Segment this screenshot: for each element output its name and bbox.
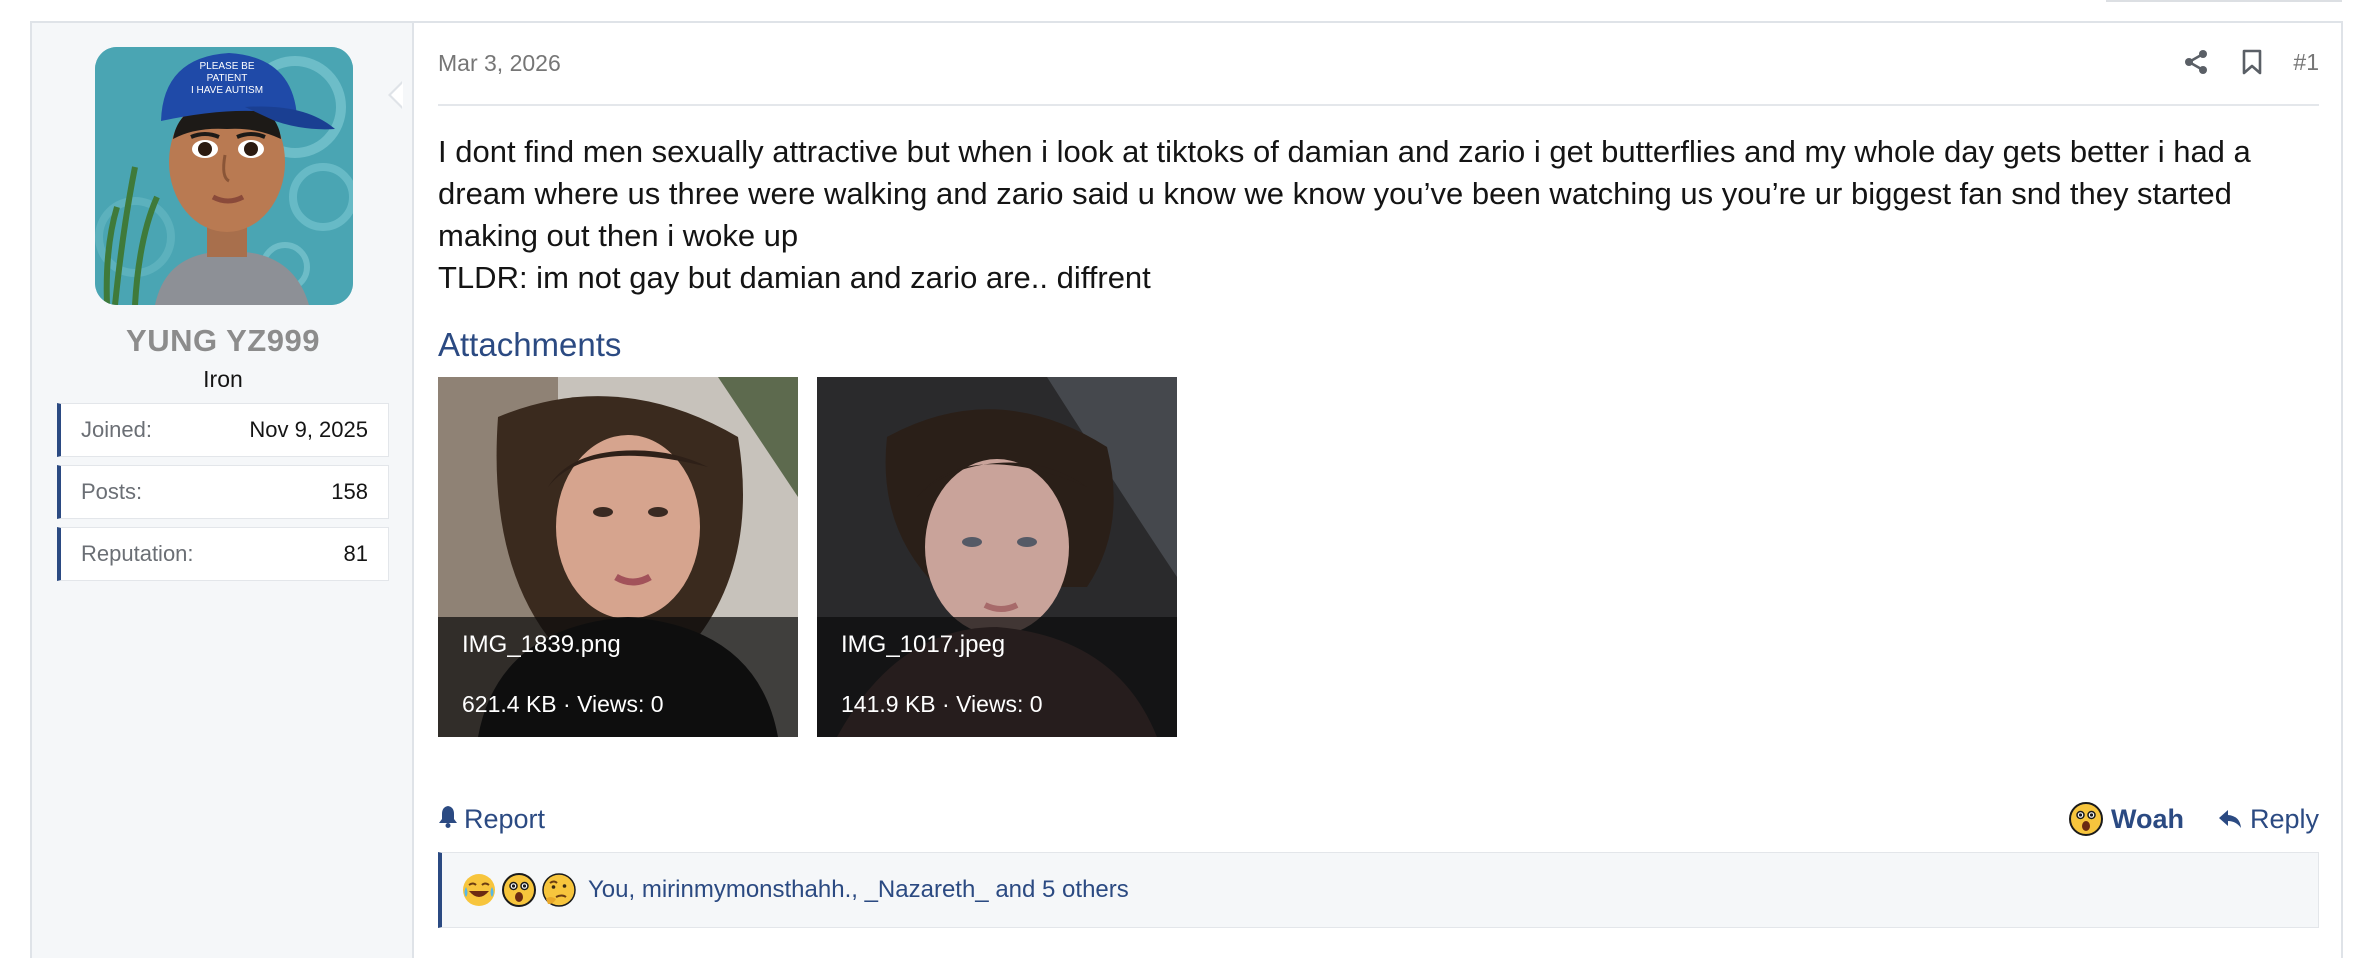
report-link[interactable]: Report bbox=[438, 804, 545, 835]
avatar[interactable]: PLEASE BE PATIENT I HAVE AUTISM bbox=[95, 47, 353, 305]
thinking-emoji-icon bbox=[542, 873, 576, 907]
attachment-filename[interactable]: IMG_1839.png bbox=[462, 631, 774, 659]
svg-text:I HAVE AUTISM: I HAVE AUTISM bbox=[191, 85, 263, 96]
post-header-actions: #1 bbox=[2181, 47, 2319, 77]
stat-reputation: Reputation: 81 bbox=[57, 527, 389, 581]
reply-label: Reply bbox=[2249, 803, 2319, 834]
stat-label: Joined: bbox=[81, 417, 152, 442]
post-paragraph: TLDR: im not gay but damian and zario ar… bbox=[438, 260, 1151, 295]
post-paragraph: I dont find men sexually attractive but … bbox=[438, 134, 2251, 253]
stat-label: Reputation: bbox=[81, 541, 194, 566]
attachment-caption: IMG_1017.jpeg 141.9 KB · Views: 0 bbox=[817, 617, 1177, 737]
attachment-thumbnail[interactable]: IMG_1839.png 621.4 KB · Views: 0 bbox=[438, 377, 798, 737]
report-label: Report bbox=[464, 804, 546, 834]
bell-icon bbox=[438, 804, 458, 835]
attachment-filename[interactable]: IMG_1017.jpeg bbox=[841, 631, 1153, 659]
top-divider bbox=[2106, 0, 2342, 2]
reactions-bar[interactable]: You, mirinmymonsthahh., _Nazareth_ and 5… bbox=[438, 852, 2319, 928]
share-icon[interactable] bbox=[2181, 47, 2211, 77]
svg-text:PLEASE BE: PLEASE BE bbox=[199, 61, 254, 72]
stat-joined: Joined: Nov 9, 2025 bbox=[57, 403, 389, 457]
stat-value: Nov 9, 2025 bbox=[249, 417, 368, 442]
header-divider bbox=[438, 104, 2319, 106]
reaction-button[interactable]: Woah bbox=[2068, 802, 2184, 836]
crying-laughing-emoji-icon bbox=[463, 874, 495, 906]
username[interactable]: YUNG YZ999 bbox=[32, 323, 414, 359]
post-date[interactable]: Mar 3, 2026 bbox=[438, 50, 561, 77]
attachment-thumbnail[interactable]: IMG_1017.jpeg 141.9 KB · Views: 0 bbox=[817, 377, 1177, 737]
user-title: Iron bbox=[203, 366, 243, 392]
post-main: Mar 3, 2026 #1 I dont find men sexually … bbox=[414, 23, 2341, 958]
stat-value: 158 bbox=[331, 479, 368, 504]
svg-text:PATIENT: PATIENT bbox=[207, 73, 248, 84]
post-number[interactable]: #1 bbox=[2293, 49, 2319, 76]
post-body: I dont find men sexually attractive but … bbox=[438, 131, 2318, 299]
stat-value: 81 bbox=[343, 541, 368, 566]
attachment-caption: IMG_1839.png 621.4 KB · Views: 0 bbox=[438, 617, 798, 737]
reaction-users[interactable]: You, mirinmymonsthahh., _Nazareth_ and 5… bbox=[588, 876, 1129, 904]
post-footer-actions: Woah Reply bbox=[2068, 802, 2319, 836]
stat-posts: Posts: 158 bbox=[57, 465, 389, 519]
astonished-emoji-icon bbox=[502, 873, 536, 907]
stat-label: Posts: bbox=[81, 479, 143, 504]
reply-icon bbox=[2218, 810, 2241, 828]
reply-button[interactable]: Reply bbox=[2218, 804, 2319, 835]
user-sidebar: PLEASE BE PATIENT I HAVE AUTISM YUNG YZ9… bbox=[32, 23, 414, 958]
attachments-heading: Attachments bbox=[438, 326, 622, 363]
forum-post: PLEASE BE PATIENT I HAVE AUTISM YUNG YZ9… bbox=[30, 21, 2343, 958]
astonished-emoji-icon bbox=[2068, 802, 2103, 836]
reaction-label: Woah bbox=[2110, 803, 2184, 834]
bookmark-icon[interactable] bbox=[2237, 47, 2267, 77]
attachment-meta: 621.4 KB · Views: 0 bbox=[462, 691, 664, 717]
attachment-meta: 141.9 KB · Views: 0 bbox=[841, 691, 1043, 717]
speech-arrow-fill bbox=[391, 83, 403, 107]
